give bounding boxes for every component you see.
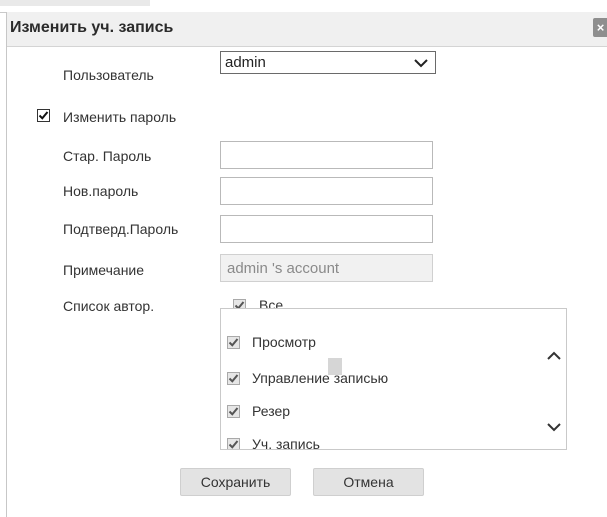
change-password-checkbox[interactable] <box>37 109 50 122</box>
permission-label: Просмотр <box>252 334 316 350</box>
confirm-password-field[interactable] <box>220 215 433 243</box>
save-button[interactable]: Сохранить <box>180 468 291 496</box>
permissions-list[interactable]: Просмотр Управление записью Резер Уч. за… <box>220 308 567 450</box>
scrollbar-thumb[interactable] <box>328 358 342 375</box>
permission-checkbox[interactable] <box>227 438 240 449</box>
close-icon: × <box>596 20 605 35</box>
permission-checkbox[interactable] <box>227 372 240 385</box>
permissions-label: Список автор. <box>63 298 155 314</box>
user-select-value: admin <box>225 54 266 71</box>
checkmark-icon <box>38 111 49 120</box>
confirm-password-label: Подтверд.Пароль <box>63 221 179 237</box>
permission-label: Резер <box>252 403 291 419</box>
dialog-titlebar[interactable]: Изменить уч. запись × <box>7 12 607 47</box>
note-label: Примечание <box>63 262 145 278</box>
dialog-title: Изменить уч. запись <box>10 19 174 36</box>
chevron-down-icon <box>414 59 428 68</box>
old-password-label: Стар. Пароль <box>63 148 152 164</box>
new-password-field[interactable] <box>220 177 433 205</box>
checkmark-icon <box>228 338 239 347</box>
permission-checkbox[interactable] <box>227 405 240 418</box>
checkmark-icon <box>228 374 239 383</box>
cancel-button[interactable]: Отмена <box>313 468 424 496</box>
permission-label: Управление записью <box>252 370 389 386</box>
user-select[interactable]: admin <box>220 51 436 74</box>
scroll-up-icon[interactable] <box>546 349 562 363</box>
old-password-field[interactable] <box>220 141 433 169</box>
change-password-label: Изменить пароль <box>63 109 177 125</box>
background-window-fragment <box>0 0 150 6</box>
scroll-down-icon[interactable] <box>546 420 562 434</box>
user-label: Пользователь <box>63 67 154 83</box>
checkmark-icon <box>228 407 239 416</box>
note-field <box>220 254 433 282</box>
close-button[interactable]: × <box>593 18 607 37</box>
new-password-label: Нов.пароль <box>63 183 139 199</box>
checkmark-icon <box>228 440 239 449</box>
permission-label: Уч. запись <box>252 436 320 450</box>
permission-checkbox[interactable] <box>227 336 240 349</box>
